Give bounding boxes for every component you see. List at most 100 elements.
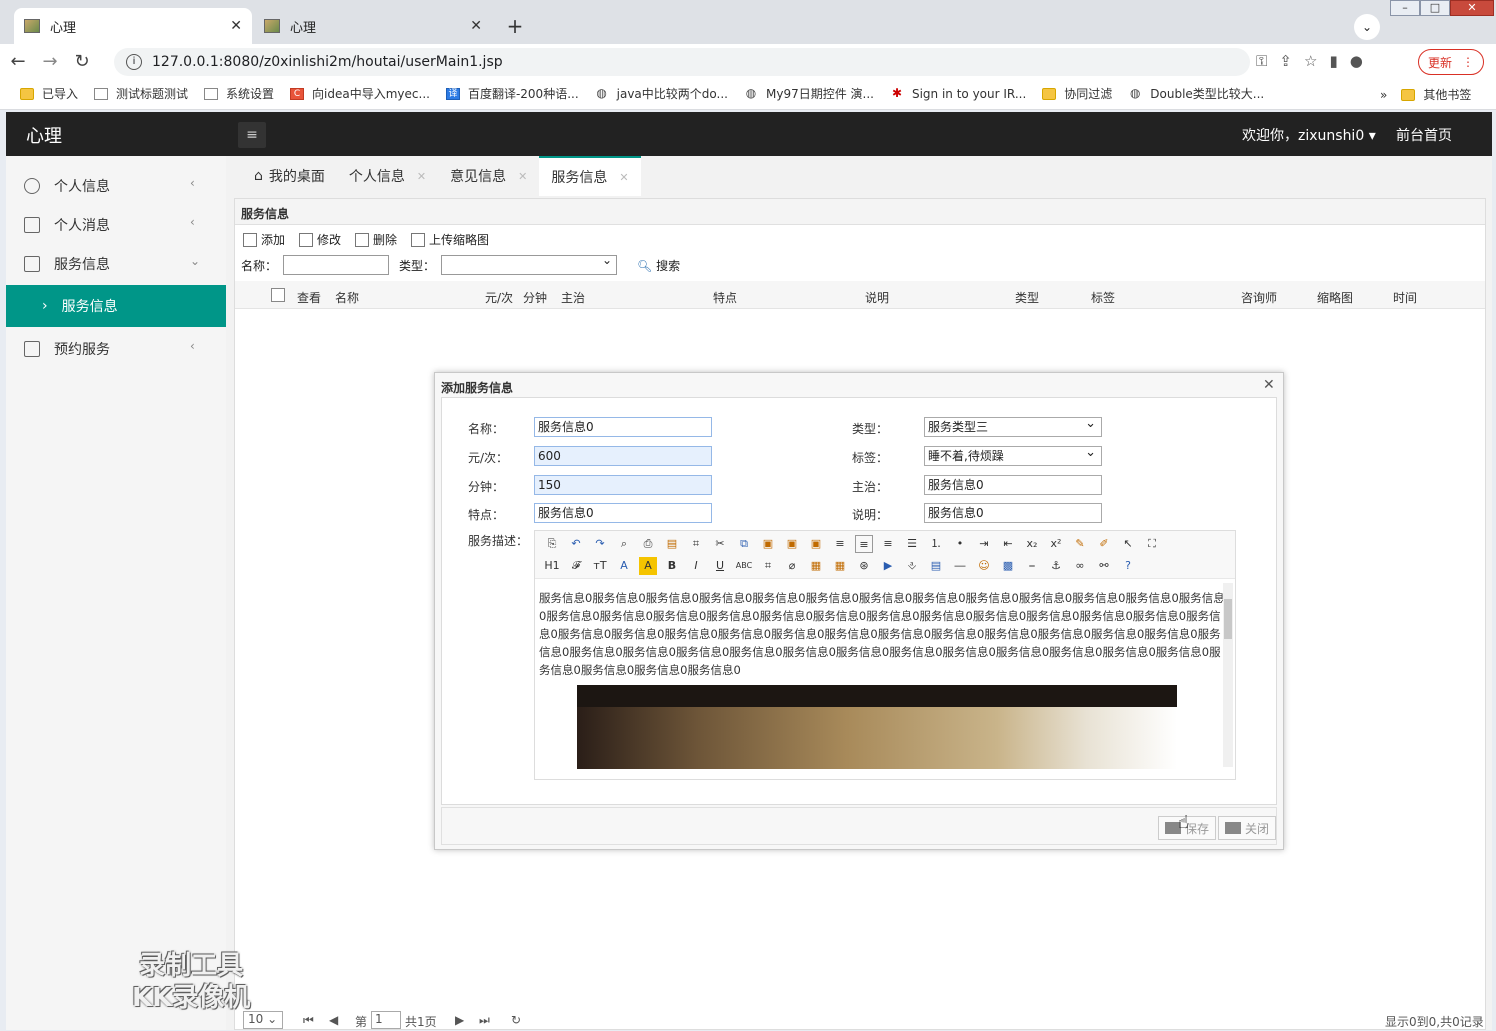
- next-page-icon[interactable]: ▶: [455, 1013, 464, 1027]
- page-input[interactable]: 1: [371, 1011, 401, 1029]
- strikethrough-icon[interactable]: ABC: [735, 557, 753, 575]
- close-tab-icon[interactable]: ✕: [470, 18, 482, 34]
- heading-icon[interactable]: H1: [543, 557, 561, 575]
- indent-icon[interactable]: ⇥: [975, 535, 993, 553]
- remove-format-icon[interactable]: ⌀: [783, 557, 801, 575]
- search-button[interactable]: 🔍︎ 搜索: [637, 257, 680, 274]
- search-type-select[interactable]: [441, 253, 618, 275]
- tab-services[interactable]: 服务信息 ✕: [539, 156, 641, 196]
- last-page-icon[interactable]: ⏭: [479, 1013, 490, 1028]
- tab-desktop[interactable]: ⌂ 我的桌面: [242, 156, 337, 196]
- template-icon[interactable]: ▤: [663, 535, 681, 553]
- table-icon[interactable]: ▤: [927, 557, 945, 575]
- sidebar-item-profile[interactable]: 个人信息 ‹: [6, 166, 226, 205]
- minimize-icon[interactable]: –: [1390, 0, 1420, 16]
- column-header[interactable]: 分钟: [523, 289, 547, 306]
- media-icon[interactable]: ▶: [879, 557, 897, 575]
- anchor-icon[interactable]: ⚓: [1047, 557, 1065, 575]
- undo-icon[interactable]: ↶: [567, 535, 585, 553]
- tab-profile[interactable]: 个人信息 ✕: [337, 156, 438, 196]
- copy-icon[interactable]: ⧉: [735, 535, 753, 553]
- column-header[interactable]: 咨询师: [1241, 289, 1277, 306]
- browser-tab-active[interactable]: 心理 ✕: [14, 8, 252, 44]
- bookmark-item[interactable]: ◍ My97日期控件 演...: [744, 85, 874, 102]
- unlink-icon[interactable]: ⚯: [1095, 557, 1113, 575]
- sidepanel-icon[interactable]: ▮: [1329, 52, 1337, 70]
- profile-icon[interactable]: ●: [1350, 52, 1363, 70]
- column-header[interactable]: 名称: [335, 289, 359, 306]
- ordered-list-icon[interactable]: ⒈: [927, 535, 945, 553]
- select-all-icon[interactable]: ✐: [1095, 535, 1113, 553]
- link-icon[interactable]: ∞: [1071, 557, 1089, 575]
- bookmark-item[interactable]: C 向idea中导入myec...: [290, 85, 430, 102]
- add-button[interactable]: 添加: [243, 231, 285, 248]
- column-header[interactable]: 标签: [1091, 289, 1115, 306]
- column-header[interactable]: 特点: [713, 289, 737, 306]
- emoticon-icon[interactable]: ☺: [975, 557, 993, 575]
- search-name-input[interactable]: [283, 255, 390, 275]
- minutes-input[interactable]: 150: [534, 475, 712, 495]
- star-icon[interactable]: ☆: [1304, 52, 1317, 70]
- column-header[interactable]: 查看: [297, 289, 321, 306]
- pagebreak-icon[interactable]: ⎯: [1023, 557, 1041, 575]
- bookmark-item[interactable]: ◍ java中比较两个do...: [595, 85, 728, 102]
- fullscreen-icon[interactable]: ⛶: [1143, 535, 1161, 553]
- more-bookmarks-button[interactable]: »: [1380, 88, 1387, 102]
- close-button[interactable]: 关闭: [1218, 816, 1276, 840]
- paste-text-icon[interactable]: ▣: [783, 535, 801, 553]
- forward-icon[interactable]: →: [36, 51, 64, 72]
- price-input[interactable]: 600: [534, 446, 712, 466]
- print-icon[interactable]: ⎙: [639, 535, 657, 553]
- subscript-icon[interactable]: x₂: [1023, 535, 1041, 553]
- column-header[interactable]: 说明: [865, 289, 889, 306]
- menu-toggle-icon[interactable]: ≡: [238, 122, 266, 148]
- flash-icon[interactable]: ⊛: [855, 557, 873, 575]
- attachment-icon[interactable]: ⎀: [903, 557, 921, 575]
- reload-icon[interactable]: ↻: [68, 51, 96, 72]
- preview-icon[interactable]: ⌕: [615, 535, 633, 553]
- welcome-user-menu[interactable]: 欢迎你，zixunshi0 ▾: [1242, 125, 1376, 145]
- editor-content[interactable]: 服务信息0服务信息0服务信息0服务信息0服务信息0服务信息0服务信息0服务信息0…: [539, 589, 1229, 681]
- italic-icon[interactable]: I: [687, 557, 705, 575]
- sidebar-subitem-services[interactable]: › 服务信息: [6, 285, 226, 327]
- browser-tab[interactable]: 心理 ✕: [254, 8, 492, 44]
- font-color-icon[interactable]: A: [615, 557, 633, 575]
- prev-page-icon[interactable]: ◀: [329, 1013, 338, 1027]
- column-header[interactable]: 元/次: [485, 289, 513, 306]
- clear-format-icon[interactable]: ✎: [1071, 535, 1089, 553]
- close-icon[interactable]: ✕: [417, 170, 426, 183]
- bookmark-item[interactable]: 已导入: [20, 85, 78, 102]
- type-select[interactable]: 服务类型三: [924, 415, 1102, 437]
- tab-feedback[interactable]: 意见信息 ✕: [438, 156, 539, 196]
- align-center-icon[interactable]: ≡: [855, 535, 873, 553]
- column-header[interactable]: 主治: [561, 289, 585, 306]
- key-icon[interactable]: ⚿: [1256, 52, 1267, 70]
- other-bookmarks[interactable]: 其他书签: [1401, 86, 1471, 103]
- cut-icon[interactable]: ✂: [711, 535, 729, 553]
- highlight-icon[interactable]: A: [639, 557, 657, 575]
- update-button[interactable]: 更新 ⋮: [1418, 49, 1484, 75]
- bookmark-item[interactable]: 系统设置: [204, 85, 274, 102]
- unordered-list-icon[interactable]: •: [951, 535, 969, 553]
- url-field[interactable]: i 127.0.0.1:8080/z0xinlishi2m/houtai/use…: [114, 48, 1250, 76]
- align-right-icon[interactable]: ≡: [879, 535, 897, 553]
- paste-word-icon[interactable]: ▣: [807, 535, 825, 553]
- feature-input[interactable]: 服务信息0: [534, 503, 712, 523]
- edit-button[interactable]: 修改: [299, 231, 341, 248]
- close-tab-icon[interactable]: ✕: [230, 18, 242, 34]
- treat-input[interactable]: 服务信息0: [924, 475, 1102, 495]
- align-justify-icon[interactable]: ☰: [903, 535, 921, 553]
- desc-input[interactable]: 服务信息0: [924, 503, 1102, 523]
- share-icon[interactable]: ⇪: [1279, 52, 1292, 70]
- editor-scrollbar[interactable]: [1223, 583, 1233, 767]
- refresh-icon[interactable]: ↻: [511, 1013, 521, 1027]
- bookmark-item[interactable]: 译百度翻译-200种语...: [445, 85, 579, 102]
- pointer-icon[interactable]: ↖: [1119, 535, 1137, 553]
- redo-icon[interactable]: ↷: [591, 535, 609, 553]
- select-all-checkbox[interactable]: [271, 288, 285, 302]
- back-icon[interactable]: ←: [4, 51, 32, 72]
- front-home-link[interactable]: 前台首页: [1396, 125, 1452, 145]
- bookmark-item[interactable]: 测试标题测试: [94, 85, 188, 102]
- column-header[interactable]: 缩略图: [1317, 289, 1353, 306]
- map-icon[interactable]: ▩: [999, 557, 1017, 575]
